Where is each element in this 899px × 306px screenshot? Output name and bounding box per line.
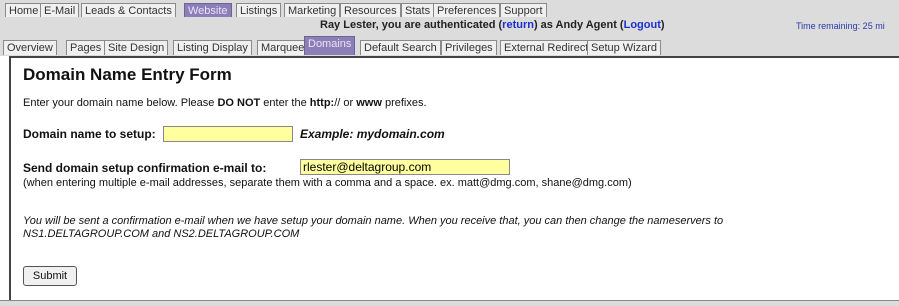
subnav-tab-privileges[interactable]: Privileges — [441, 40, 497, 55]
nav-tab-listings[interactable]: Listings — [236, 3, 282, 17]
subnav-tab-domains[interactable]: Domains — [304, 36, 356, 55]
return-link[interactable]: return — [502, 19, 534, 31]
nav-tab-resources[interactable]: Resources — [340, 3, 401, 17]
auth-status: Ray Lester, you are authenticated (retur… — [320, 18, 665, 32]
auth-prefix: Ray Lester, you are authenticated ( — [320, 19, 503, 31]
page-title: Domain Name Entry Form — [23, 65, 232, 84]
confirmation-notice-line-2: NS1.DELTAGROUP.COM and NS2.DELTAGROUP.CO… — [23, 228, 300, 240]
bottom-border — [0, 300, 899, 306]
subnav-tab-marquee[interactable]: Marquee — [257, 40, 309, 55]
intro-part-4: prefixes. — [381, 97, 427, 109]
logout-link[interactable]: Logout — [624, 19, 661, 31]
top-navigation: Home E-Mail Leads & Contacts Website Lis… — [0, 0, 899, 18]
subnav-tab-site-design[interactable]: Site Design — [104, 40, 169, 55]
domain-example: Example: mydomain.com — [300, 127, 445, 141]
intro-part-3: // or — [334, 97, 357, 109]
confirmation-email-label: Send domain setup confirmation e-mail to… — [23, 161, 267, 175]
nav-tab-stats[interactable]: Stats — [401, 3, 435, 17]
session-timer: Time remaining: 25 mi — [796, 21, 885, 31]
nav-tab-website[interactable]: Website — [184, 3, 232, 17]
confirmation-notice-line-1: You will be sent a confirmation e-mail w… — [23, 215, 724, 227]
auth-middle: ) as Andy Agent ( — [533, 19, 624, 31]
intro-part-1: Enter your domain name below. Please — [23, 97, 218, 109]
intro-www: www — [356, 97, 382, 109]
auth-suffix: ) — [660, 19, 665, 31]
email-format-note: (when entering multiple e-mail addresses… — [23, 177, 632, 189]
subnav-tab-setup-wizard[interactable]: Setup Wizard — [587, 40, 662, 55]
nav-tab-preferences[interactable]: Preferences — [433, 3, 501, 17]
intro-do-not: DO NOT — [217, 97, 261, 109]
subnav-tab-overview[interactable]: Overview — [3, 40, 57, 55]
submit-button[interactable]: Submit — [23, 266, 77, 286]
website-sub-navigation: Overview Pages Site Design Listing Displ… — [0, 32, 899, 56]
nav-tab-support[interactable]: Support — [500, 3, 547, 17]
subnav-tab-default-search[interactable]: Default Search — [360, 40, 441, 55]
nav-tab-email[interactable]: E-Mail — [40, 3, 80, 17]
nav-tab-leads-contacts[interactable]: Leads & Contacts — [81, 3, 176, 17]
auth-bar: Ray Lester, you are authenticated (retur… — [0, 18, 899, 32]
intro-part-2: enter the — [260, 97, 310, 109]
nav-tab-marketing[interactable]: Marketing — [284, 3, 341, 17]
subnav-tab-external-redirect[interactable]: External Redirect — [500, 40, 593, 55]
subnav-tab-pages[interactable]: Pages — [66, 40, 106, 55]
confirmation-email-input[interactable] — [300, 159, 510, 175]
domain-name-label: Domain name to setup: — [23, 127, 156, 141]
instructions-text: Enter your domain name below. Please DO … — [23, 97, 427, 109]
nav-tab-home[interactable]: Home — [5, 3, 43, 17]
intro-http: http: — [309, 97, 335, 109]
domain-name-input[interactable] — [163, 126, 293, 142]
subnav-tab-listing-display[interactable]: Listing Display — [173, 40, 252, 55]
